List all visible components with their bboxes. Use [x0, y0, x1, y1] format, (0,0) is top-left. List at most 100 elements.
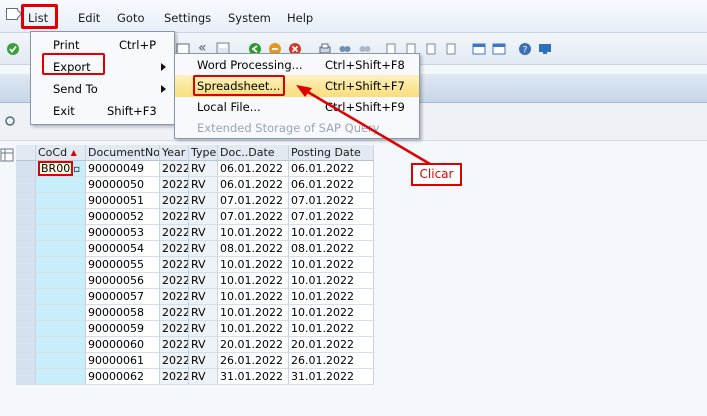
cell-cocd[interactable]: [36, 289, 86, 305]
enter-icon[interactable]: [6, 42, 20, 56]
menu-help[interactable]: Help: [287, 11, 313, 25]
cell-year[interactable]: 2022: [160, 161, 189, 177]
table-row[interactable]: 90000061 2022 RV 26.01.2022 26.01.2022: [16, 353, 374, 369]
cell-cocd[interactable]: BR00 ▫: [36, 161, 86, 177]
row-selector[interactable]: [16, 273, 36, 289]
cell-documentno[interactable]: 90000058: [86, 305, 160, 321]
column-header-doc-date[interactable]: Doc..Date: [218, 145, 289, 161]
cell-posting-date[interactable]: 31.01.2022: [289, 369, 374, 385]
cell-posting-date[interactable]: 06.01.2022: [289, 177, 374, 193]
cell-type[interactable]: RV: [189, 193, 218, 209]
table-row[interactable]: 90000052 2022 RV 07.01.2022 07.01.2022: [16, 209, 374, 225]
cell-type[interactable]: RV: [189, 273, 218, 289]
cell-type[interactable]: RV: [189, 257, 218, 273]
window-menu-icon[interactable]: [6, 8, 18, 20]
cell-doc-date[interactable]: 07.01.2022: [218, 209, 289, 225]
cell-posting-date[interactable]: 07.01.2022: [289, 193, 374, 209]
cell-doc-date[interactable]: 10.01.2022: [218, 321, 289, 337]
menu-item-local-file[interactable]: Local File... Ctrl+Shift+F9: [175, 96, 419, 118]
cell-year[interactable]: 2022: [160, 193, 189, 209]
shortcut-icon[interactable]: [492, 42, 506, 56]
back-arrow-icon[interactable]: «: [198, 40, 212, 56]
cell-posting-date[interactable]: 06.01.2022: [289, 161, 374, 177]
cell-documentno[interactable]: 90000052: [86, 209, 160, 225]
menu-goto[interactable]: Goto: [117, 11, 145, 25]
menu-edit[interactable]: Edit: [78, 11, 100, 25]
cell-cocd[interactable]: [36, 321, 86, 337]
cell-year[interactable]: 2022: [160, 177, 189, 193]
column-header-type[interactable]: Type: [189, 145, 218, 161]
row-selector[interactable]: [16, 225, 36, 241]
cell-doc-date[interactable]: 06.01.2022: [218, 161, 289, 177]
cell-type[interactable]: RV: [189, 289, 218, 305]
cell-documentno[interactable]: 90000051: [86, 193, 160, 209]
cell-documentno[interactable]: 90000057: [86, 289, 160, 305]
cell-documentno[interactable]: 90000049: [86, 161, 160, 177]
cell-type[interactable]: RV: [189, 321, 218, 337]
row-selector[interactable]: [16, 257, 36, 273]
table-row[interactable]: 90000057 2022 RV 10.01.2022 10.01.2022: [16, 289, 374, 305]
layout-settings-icon[interactable]: [0, 148, 14, 162]
row-selector[interactable]: [16, 193, 36, 209]
cell-cocd[interactable]: [36, 209, 86, 225]
row-selector[interactable]: [16, 209, 36, 225]
table-row[interactable]: 90000059 2022 RV 10.01.2022 10.01.2022: [16, 321, 374, 337]
row-selector[interactable]: [16, 337, 36, 353]
cell-doc-date[interactable]: 08.01.2022: [218, 241, 289, 257]
table-row[interactable]: 90000055 2022 RV 10.01.2022 10.01.2022: [16, 257, 374, 273]
last-page-icon[interactable]: [444, 42, 458, 56]
cell-year[interactable]: 2022: [160, 257, 189, 273]
row-selector[interactable]: [16, 369, 36, 385]
cell-posting-date[interactable]: 10.01.2022: [289, 321, 374, 337]
cell-doc-date[interactable]: 31.01.2022: [218, 369, 289, 385]
cell-cocd[interactable]: [36, 225, 86, 241]
create-session-icon[interactable]: [472, 42, 486, 56]
table-row[interactable]: 90000056 2022 RV 10.01.2022 10.01.2022: [16, 273, 374, 289]
cell-doc-date[interactable]: 10.01.2022: [218, 225, 289, 241]
cell-documentno[interactable]: 90000056: [86, 273, 160, 289]
table-row[interactable]: 90000060 2022 RV 20.01.2022 20.01.2022: [16, 337, 374, 353]
cell-year[interactable]: 2022: [160, 305, 189, 321]
cell-type[interactable]: RV: [189, 241, 218, 257]
cell-cocd[interactable]: [36, 305, 86, 321]
cell-options-icon[interactable]: ▫: [73, 164, 80, 175]
menu-item-send-to[interactable]: Send To: [31, 78, 174, 100]
cell-type[interactable]: RV: [189, 305, 218, 321]
customize-layout-icon[interactable]: [538, 42, 552, 56]
next-page-icon[interactable]: [424, 42, 438, 56]
table-row[interactable]: 90000058 2022 RV 10.01.2022 10.01.2022: [16, 305, 374, 321]
cell-documentno[interactable]: 90000053: [86, 225, 160, 241]
cell-doc-date[interactable]: 20.01.2022: [218, 337, 289, 353]
cell-cocd[interactable]: [36, 241, 86, 257]
cell-posting-date[interactable]: 10.01.2022: [289, 273, 374, 289]
row-selector[interactable]: [16, 177, 36, 193]
cell-documentno[interactable]: 90000050: [86, 177, 160, 193]
refresh-icon[interactable]: [4, 115, 16, 127]
cell-year[interactable]: 2022: [160, 337, 189, 353]
cell-type[interactable]: RV: [189, 225, 218, 241]
cell-posting-date[interactable]: 10.01.2022: [289, 289, 374, 305]
table-row[interactable]: BR00 ▫ 90000049 2022 RV 06.01.2022 06.01.2022: [16, 161, 374, 177]
cell-year[interactable]: 2022: [160, 369, 189, 385]
row-selector[interactable]: [16, 161, 36, 177]
cell-type[interactable]: RV: [189, 337, 218, 353]
table-row[interactable]: 90000054 2022 RV 08.01.2022 08.01.2022: [16, 241, 374, 257]
menu-item-word-processing[interactable]: Word Processing... Ctrl+Shift+F8: [175, 54, 419, 76]
cell-posting-date[interactable]: 10.01.2022: [289, 225, 374, 241]
cell-cocd[interactable]: [36, 337, 86, 353]
cell-posting-date[interactable]: 08.01.2022: [289, 241, 374, 257]
cell-posting-date[interactable]: 07.01.2022: [289, 209, 374, 225]
cell-cocd[interactable]: [36, 353, 86, 369]
cell-posting-date[interactable]: 10.01.2022: [289, 305, 374, 321]
cell-year[interactable]: 2022: [160, 241, 189, 257]
cell-doc-date[interactable]: 10.01.2022: [218, 257, 289, 273]
cell-documentno[interactable]: 90000055: [86, 257, 160, 273]
cell-posting-date[interactable]: 10.01.2022: [289, 257, 374, 273]
cell-doc-date[interactable]: 10.01.2022: [218, 289, 289, 305]
row-selector[interactable]: [16, 289, 36, 305]
cell-doc-date[interactable]: 10.01.2022: [218, 305, 289, 321]
cell-type[interactable]: RV: [189, 177, 218, 193]
menu-system[interactable]: System: [228, 11, 271, 25]
table-row[interactable]: 90000051 2022 RV 07.01.2022 07.01.2022: [16, 193, 374, 209]
cell-posting-date[interactable]: 26.01.2022: [289, 353, 374, 369]
